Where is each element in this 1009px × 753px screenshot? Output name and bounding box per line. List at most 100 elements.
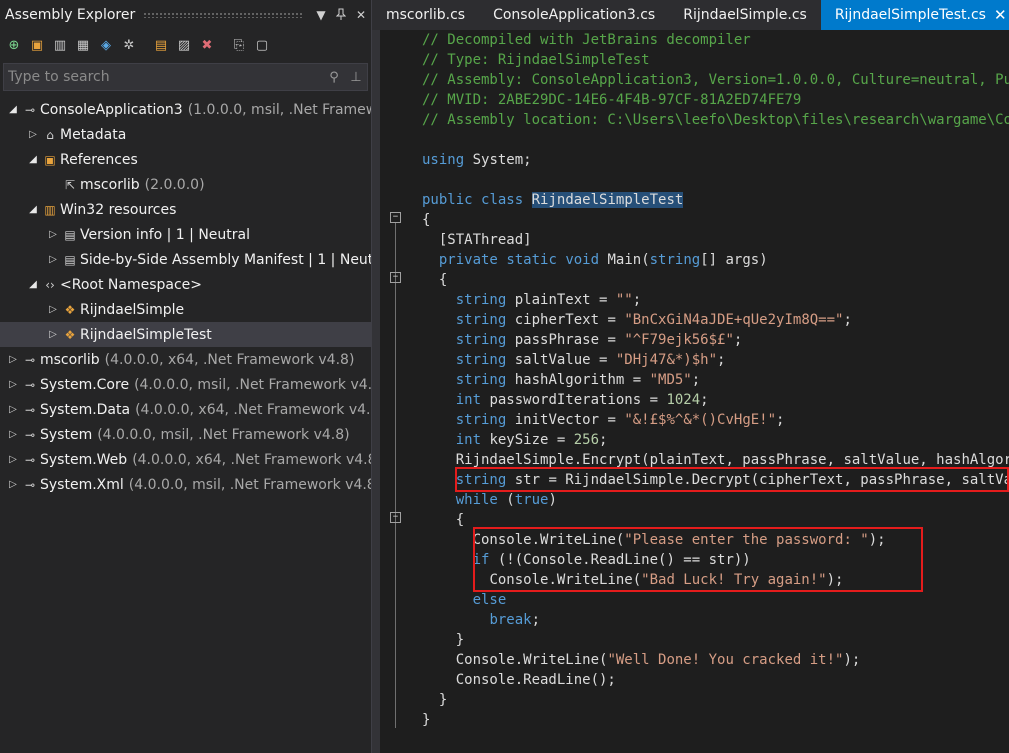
settings-icon[interactable]: ✲ <box>119 35 139 55</box>
code-line: string saltValue = "DHj47&*)$h"; <box>455 352 726 368</box>
tree-node-meta: (2.0.0.0) <box>144 176 205 193</box>
class-icon: ❖ <box>64 327 76 342</box>
tree-node-manifest[interactable]: ▷ ▤ Side-by-Side Assembly Manifest | 1 |… <box>0 247 371 272</box>
code-line: break; <box>489 612 541 628</box>
collapsed-arrow-icon[interactable]: ▷ <box>6 379 20 390</box>
open-from-gac-icon[interactable]: ▦ <box>73 35 93 55</box>
tree-node-system-data[interactable]: ▷ ⊸ System.Data (4.0.0.0, x64, .Net Fram… <box>0 397 371 422</box>
collapsed-arrow-icon[interactable]: ▷ <box>6 354 20 365</box>
annotation-box-decrypt <box>455 467 1009 492</box>
tree-node-label: System.Core <box>40 376 130 393</box>
expanded-arrow-icon[interactable]: ◢ <box>26 204 40 215</box>
open-list-icon[interactable]: ▤ <box>151 35 171 55</box>
tree-node-metadata[interactable]: ▷ ⌂ Metadata <box>0 122 371 147</box>
assembly-icon: ⊸ <box>24 477 36 492</box>
assembly-explorer-panel: Assembly Explorer ▼ ✕ ⊕ ▣ ▥ ▦ ◈ ✲ ▤ ▨ ✖ … <box>0 0 372 753</box>
code-area[interactable]: − − − // Decompiled with JetBrains decom… <box>372 30 1009 753</box>
collapsed-arrow-icon[interactable]: ▷ <box>6 454 20 465</box>
assembly-icon: ⊸ <box>24 102 36 117</box>
code-line: string initVector = "&!£$%^&*()CvHgE!"; <box>455 412 785 428</box>
tree-node-rijndaelsimple[interactable]: ▷ ❖ RijndaelSimple <box>0 297 371 322</box>
export-project-icon[interactable]: ⎘ <box>229 35 249 55</box>
close-tab-icon[interactable]: ✕ <box>994 6 1007 24</box>
panel-drag-grip[interactable] <box>143 12 303 18</box>
code-line: int keySize = 256; <box>455 432 608 448</box>
tree-node-mscorlib-ref[interactable]: ⇱ mscorlib (2.0.0.0) <box>0 172 371 197</box>
save-list-icon[interactable]: ▨ <box>174 35 194 55</box>
code-line: } <box>422 712 431 728</box>
code-line: string hashAlgorithm = "MD5"; <box>455 372 701 388</box>
collapsed-arrow-icon[interactable]: ▷ <box>26 129 40 140</box>
code-line: public class RijndaelSimpleTest <box>422 192 684 208</box>
dropdown-icon[interactable]: ▼ <box>311 8 331 22</box>
document-icon: ▤ <box>64 252 76 267</box>
tree-node-version-info[interactable]: ▷ ▤ Version info | 1 | Neutral <box>0 222 371 247</box>
code-line: Console.ReadLine(); <box>455 672 616 688</box>
tab-label: RijndaelSimple.cs <box>683 7 807 23</box>
tree-node-references[interactable]: ◢ ▣ References <box>0 147 371 172</box>
tree-node-label: Side-by-Side Assembly Manifest | 1 | Neu… <box>80 251 372 268</box>
tree-node-meta: (4.0.0.0, x64, .Net Framework v4.8) <box>135 401 372 418</box>
expanded-arrow-icon[interactable]: ◢ <box>6 104 20 115</box>
attach-process-icon[interactable]: ◈ <box>96 35 116 55</box>
tree-node-mscorlib[interactable]: ▷ ⊸ mscorlib (4.0.0.0, x64, .Net Framewo… <box>0 347 371 372</box>
assembly-icon: ⊸ <box>24 427 36 442</box>
expanded-arrow-icon[interactable]: ◢ <box>26 279 40 290</box>
collapse-class-icon[interactable]: − <box>390 212 401 223</box>
pin-icon[interactable]: ⊥ <box>345 70 367 85</box>
tree-node-meta: (1.0.0.0, msil, .Net Framework v4.8) <box>187 101 371 118</box>
code-text: // Decompiled with JetBrains decompiler … <box>422 30 1009 730</box>
clear-list-icon[interactable]: ✖ <box>197 35 217 55</box>
tab-rijndaelsimple[interactable]: RijndaelSimple.cs <box>669 0 821 30</box>
pin-icon[interactable] <box>331 8 351 23</box>
code-line: } <box>438 692 448 708</box>
tree-node-consoleapplication3[interactable]: ◢ ⊸ ConsoleApplication3 (1.0.0.0, msil, … <box>0 97 371 122</box>
fold-guide <box>395 223 396 728</box>
tree-node-root-namespace[interactable]: ◢ ‹› <Root Namespace> <box>0 272 371 297</box>
open-nuget-icon[interactable]: ▥ <box>50 35 70 55</box>
open-folder-icon[interactable]: ▣ <box>27 35 47 55</box>
collapse-method-icon[interactable]: − <box>390 272 401 283</box>
expanded-arrow-icon[interactable]: ◢ <box>26 154 40 165</box>
tree-node-label: ConsoleApplication3 <box>40 101 183 118</box>
collapsed-arrow-icon[interactable]: ▷ <box>6 479 20 490</box>
toolbar-separator <box>220 35 226 55</box>
tree-node-system-core[interactable]: ▷ ⊸ System.Core (4.0.0.0, msil, .Net Fra… <box>0 372 371 397</box>
search-input[interactable] <box>4 64 323 90</box>
tab-mscorlib[interactable]: mscorlib.cs <box>372 0 479 30</box>
close-icon[interactable]: ✕ <box>351 8 371 22</box>
tab-label: RijndaelSimpleTest.cs <box>834 7 986 23</box>
code-line: [STAThread] <box>438 232 532 248</box>
collapsed-arrow-icon[interactable]: ▷ <box>6 429 20 440</box>
code-line: while (true) <box>455 492 557 508</box>
tree-node-system-web[interactable]: ▷ ⊸ System.Web (4.0.0.0, x64, .Net Frame… <box>0 447 371 472</box>
tab-rijndaelsimpletest[interactable]: RijndaelSimpleTest.cs ✕ <box>820 0 1009 30</box>
collapsed-arrow-icon[interactable]: ▷ <box>46 329 60 340</box>
reference-icon: ⇱ <box>64 177 76 192</box>
collapsed-arrow-icon[interactable]: ▷ <box>46 254 60 265</box>
tree-node-label: System.Web <box>40 451 128 468</box>
tab-consoleapplication3[interactable]: ConsoleApplication3.cs <box>479 0 669 30</box>
tree-node-rijndaelsimpletest[interactable]: ▷ ❖ RijndaelSimpleTest <box>0 322 371 347</box>
code-line: string plainText = ""; <box>455 292 642 308</box>
search-icon[interactable]: ⚲ <box>323 70 345 85</box>
tree-node-system-xml[interactable]: ▷ ⊸ System.Xml (4.0.0.0, msil, .Net Fram… <box>0 472 371 497</box>
tree-node-system[interactable]: ▷ ⊸ System (4.0.0.0, msil, .Net Framewor… <box>0 422 371 447</box>
tab-label: ConsoleApplication3.cs <box>493 7 656 23</box>
collapse-while-icon[interactable]: − <box>390 512 401 523</box>
collapsed-arrow-icon[interactable]: ▷ <box>46 229 60 240</box>
add-assembly-icon[interactable]: ⊕ <box>4 35 24 55</box>
tree-node-win32-resources[interactable]: ◢ ▥ Win32 resources <box>0 197 371 222</box>
class-icon: ❖ <box>64 302 76 317</box>
tree-node-label: System.Xml <box>40 476 124 493</box>
tag-icon: ⌂ <box>46 127 54 142</box>
tree-node-label: Win32 resources <box>60 201 177 218</box>
collapsed-arrow-icon[interactable]: ▷ <box>6 404 20 415</box>
code-line: { <box>438 272 448 288</box>
code-line: int passwordIterations = 1024; <box>455 392 709 408</box>
references-folder-icon: ▣ <box>44 152 56 167</box>
collapsed-arrow-icon[interactable]: ▷ <box>46 304 60 315</box>
code-line: using System; <box>422 152 532 168</box>
export-pdb-icon[interactable]: ▢ <box>252 35 272 55</box>
